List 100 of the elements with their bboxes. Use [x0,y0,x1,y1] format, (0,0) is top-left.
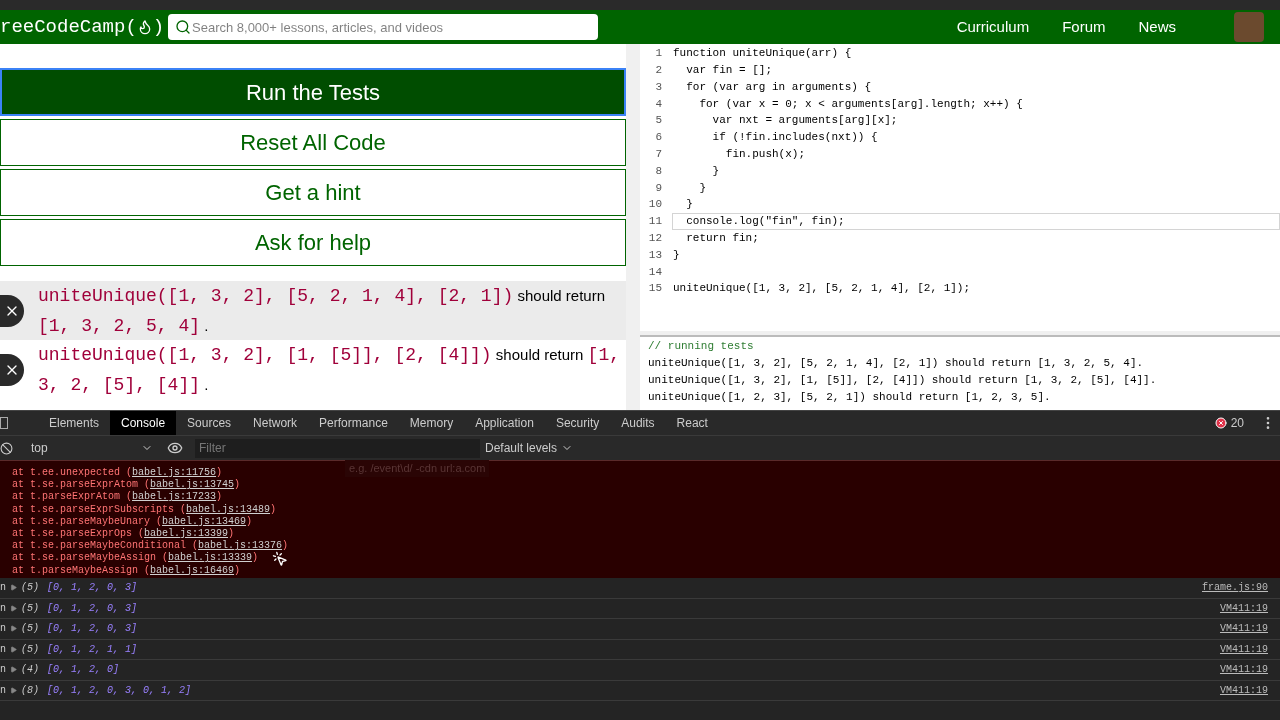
source-link[interactable]: VM411:19 [1220,682,1268,698]
eye-icon[interactable] [167,440,183,456]
line-number: 4 [654,96,663,112]
devtools-tab[interactable]: Performance [308,410,399,436]
test-description: uniteUnique([1, 3, 2], [1, [5]], [2, [4]]) should return [1, 3, 2, [5], [4]] . [38,344,621,397]
array-length: (4) [21,663,40,678]
array-value: [0, 1, 2, 0, 3] [47,581,138,596]
nav-link[interactable]: Curriculum [956,15,1030,39]
array-value: [0, 1, 2, 0, 3] [47,601,138,616]
line-number: 7 [654,146,663,162]
stack-trace-line: at t.parseExprAtom (babel.js:17233) [12,491,223,504]
source-link[interactable]: babel.js:13339 [168,552,253,564]
code-text: } [698,180,707,196]
expand-arrow-icon[interactable] [10,666,17,674]
devtools-tab[interactable]: Console [110,410,177,436]
source-link[interactable]: VM411:19 [1220,662,1268,678]
line-number: 2 [654,62,663,78]
line-number: 6 [654,130,663,146]
code-text: } [685,197,694,213]
code-text: if (!fin.includes(nxt)) { [711,130,879,146]
line-number: 13 [647,247,663,263]
source-link[interactable]: babel.js:13489 [186,503,271,515]
line-number: 14 [647,264,663,280]
array-length: (5) [21,581,40,596]
stack-trace-line: at t.se.parseExprOps (babel.js:13399) [12,528,235,540]
source-link[interactable]: VM411:19 [1220,621,1268,637]
expand-arrow-icon[interactable] [10,645,17,653]
source-link[interactable]: babel.js:13469 [162,515,247,527]
array-length: (5) [21,642,40,657]
array-value: [0, 1, 2, 1, 1] [47,642,138,657]
expand-arrow-icon[interactable] [10,686,17,694]
output-line: uniteUnique([1, 2, 3], [5, 2, 1]) should return [1, 2, 3, 5]. [648,390,1052,405]
expand-arrow-icon[interactable] [10,604,17,612]
code-text: console.log("fin", fin); [672,212,1280,230]
nav-link[interactable]: News [1138,15,1176,39]
nav-link[interactable]: Forum [1062,15,1106,39]
stack-trace-line: at t.se.parseMaybeConditional (babel.js:13376) [12,540,289,552]
source-link[interactable]: babel.js:17233 [132,491,217,503]
test-description: uniteUnique([1, 3, 2], [5, 2, 1, 4], [2, 1]) should return [1, 3, 2, 5, 4] . [38,285,606,338]
context-select[interactable]: top [31,439,153,457]
source-link[interactable]: babel.js:11756 [132,467,217,478]
source-link[interactable]: babel.js:13399 [144,528,229,539]
action-button[interactable]: Reset All Code [0,119,626,166]
source-link[interactable]: babel.js:16469 [150,564,235,576]
devtools-tab[interactable]: Application [464,410,545,436]
array-length: (8) [21,683,40,698]
output-line: uniteUnique([1, 3, 2], [1, [5]], [2, [4]]) should return [1, 3, 2, [5], [4]]. [648,373,1158,388]
stack-trace-line: at t.parseMaybeAssign (babel.js:16469) [12,564,241,577]
devtools-tab[interactable]: Elements [38,410,111,436]
line-number: 9 [654,180,663,196]
log-label: n [0,642,6,657]
array-length: (5) [21,622,40,637]
array-value: [0, 1, 2, 0, 3, 0, 1, 2] [47,683,192,698]
devtools-tab[interactable]: Security [544,410,611,436]
clear-console-icon[interactable] [0,441,13,455]
filter-field[interactable]: Filter [195,438,480,458]
action-button[interactable]: Get a hint [0,169,626,216]
search-icon [175,19,191,35]
source-link[interactable]: VM411:19 [1220,641,1268,657]
source-link[interactable]: VM411:19 [1220,600,1268,616]
code-text: var nxt = arguments[arg][x]; [711,113,899,129]
devtools-tab[interactable]: Memory [398,410,465,436]
line-number: 5 [654,113,663,129]
action-button[interactable]: Ask for help [0,219,626,266]
log-label: n [0,601,6,616]
code-text: } [711,163,721,179]
expand-arrow-icon[interactable] [10,584,17,592]
source-link[interactable]: frame.js:90 [1202,580,1268,596]
device-toolbar-icon[interactable] [0,417,8,429]
search-field[interactable]: Search 8,000+ lessons, articles, and videos [168,14,598,40]
source-link[interactable]: babel.js:13376 [198,540,283,552]
levels-dropdown[interactable]: Default levels [485,439,574,457]
cursor-icon [272,551,288,567]
code-text: return fin; [685,230,760,246]
stack-trace-line: at t.se.parseExprSubscripts (babel.js:13489) [12,503,277,516]
error-icon [1214,417,1227,429]
line-number: 11 [647,214,663,230]
line-number: 3 [654,79,663,95]
code-text: function uniteUnique(arr) { [672,46,853,62]
array-value: [0, 1, 2, 0] [47,663,120,678]
array-value: [0, 1, 2, 0, 3] [47,622,138,637]
devtools-tab[interactable]: Sources [176,410,243,436]
action-button[interactable]: Run the Tests [0,68,626,116]
stack-trace-line: at t.se.parseMaybeUnary (babel.js:13469) [12,515,253,528]
line-number: 12 [647,230,663,246]
logo-text[interactable]: ) [152,12,165,42]
code-text: for (var x = 0; x < arguments[arg].length; x++) { [698,96,1024,112]
source-link[interactable]: babel.js:13745 [150,479,235,491]
log-label: n [0,683,6,698]
code-text: fin.push(x); [724,146,807,162]
devtools-tab[interactable]: Network [242,410,309,436]
output-comment: // running tests [648,339,755,354]
line-number: 15 [647,281,663,297]
stack-trace-line: at t.se.parseExprAtom (babel.js:13745) [12,479,241,491]
logo-text[interactable]: reeCodeCamp( [0,12,137,42]
expand-arrow-icon[interactable] [10,625,17,633]
code-text: var fin = []; [685,62,774,78]
devtools-tab[interactable]: Audits [610,410,666,436]
log-label: n [0,581,6,596]
devtools-tab[interactable]: React [665,410,719,436]
